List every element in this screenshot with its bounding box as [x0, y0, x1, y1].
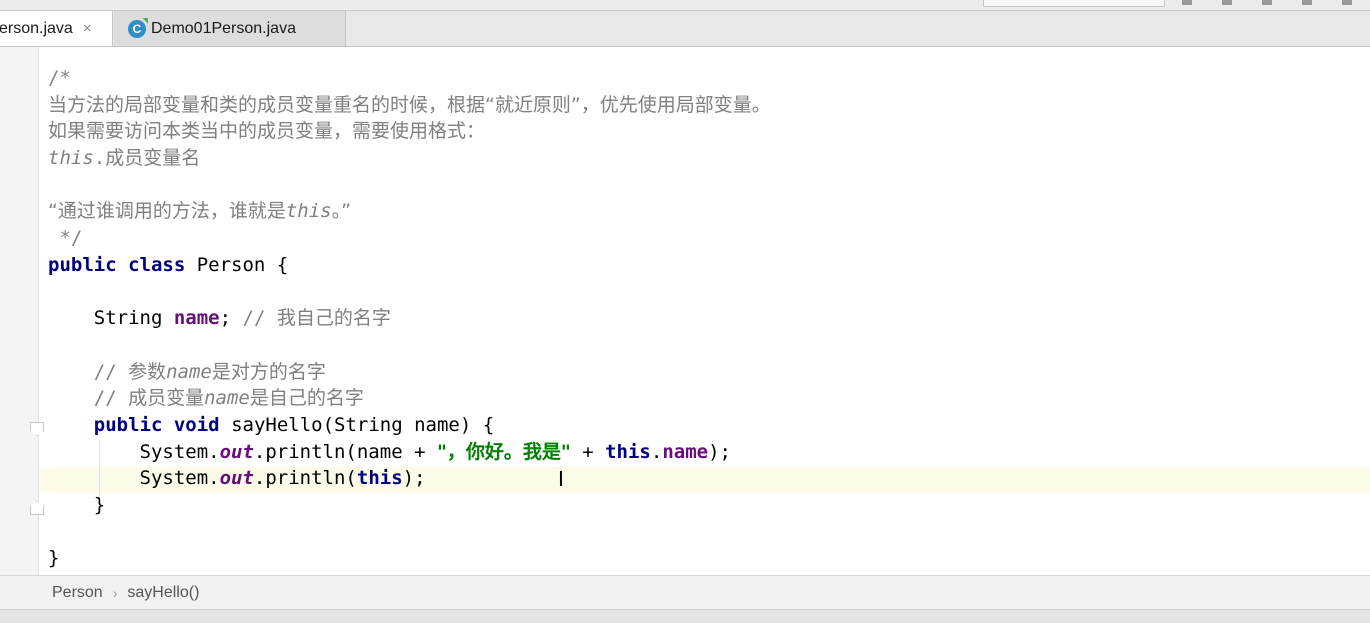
code-token: System.: [48, 440, 220, 463]
toolbar-structure-icon[interactable]: [1342, 0, 1352, 5]
code-line[interactable]: [48, 172, 771, 199]
code-token: Person {: [185, 253, 289, 276]
breadcrumb: Person › sayHello(): [0, 575, 1370, 610]
code-line[interactable]: public class Person {: [48, 252, 771, 279]
code-token: +: [570, 440, 606, 463]
code-line[interactable]: */: [48, 225, 771, 252]
code-token: 是自己的名字: [249, 387, 364, 410]
code-token: }: [48, 547, 60, 570]
code-line[interactable]: [48, 332, 771, 359]
code-token: sayHello(String name) {: [219, 413, 495, 436]
code-token: 参数: [128, 360, 167, 383]
code-token: */: [48, 227, 83, 250]
code-line[interactable]: this.成员变量名: [48, 145, 771, 172]
code-token: //: [242, 307, 277, 330]
toolbar-stop-icon[interactable]: [1302, 0, 1312, 5]
tab-demo01person-java[interactable]: C Demo01Person.java ×: [114, 11, 346, 46]
toolbar-coverage-icon[interactable]: [1262, 0, 1272, 5]
code-token: this: [48, 147, 94, 170]
code-token: .println(: [253, 467, 357, 490]
code-token: public: [48, 253, 117, 276]
code-line[interactable]: 当方法的局部变量和类的成员变量重名的时候，根据“就近原则”，优先使用局部变量。: [48, 92, 771, 119]
code-line[interactable]: // 参数name是对方的名字: [48, 359, 771, 386]
tab-label: erson.java: [0, 19, 73, 37]
tab-label: Demo01Person.java: [151, 19, 296, 37]
code-token: String: [48, 307, 174, 330]
code-token: /*: [48, 67, 71, 89]
code-line[interactable]: [48, 519, 771, 546]
editor-tab-bar: erson.java × C Demo01Person.java ×: [0, 11, 1370, 47]
code-token: name: [166, 360, 212, 383]
code-token: 成员变量: [128, 387, 205, 410]
code-token: 成员变量名: [105, 147, 201, 170]
code-line[interactable]: “通过谁调用的方法，谁就是this。”: [48, 198, 771, 225]
code-token: 是对方的名字: [211, 360, 326, 383]
java-class-icon: C: [128, 19, 146, 38]
code-token: ;: [219, 307, 243, 330]
code-token: out: [219, 440, 254, 463]
code-token: }: [48, 494, 106, 516]
code-token: 如果需要访问本类当中的成员变量，需要使用格式：: [48, 120, 486, 143]
code-line[interactable]: }: [48, 492, 771, 519]
tab-person-java[interactable]: erson.java ×: [0, 11, 113, 46]
code-token: this: [285, 200, 332, 223]
code-token: class: [128, 253, 186, 276]
editor-gutter[interactable]: [0, 47, 39, 575]
code-token: “通过谁调用的方法，谁就是: [48, 200, 286, 223]
code-editor[interactable]: /* 当方法的局部变量和类的成员变量重名的时候，根据“就近原则”，优先使用局部变量…: [0, 47, 1370, 575]
code-line[interactable]: [48, 279, 771, 306]
code-line[interactable]: }: [48, 545, 771, 572]
toolbar-search-field[interactable]: [983, 0, 1165, 7]
code-token: out: [219, 467, 254, 490]
code-line[interactable]: /*: [48, 65, 771, 92]
code-token: //: [48, 360, 129, 383]
code-line[interactable]: public void sayHello(String name) {: [48, 412, 771, 439]
code-token: );: [402, 467, 426, 490]
chevron-right-icon: ›: [112, 585, 118, 601]
code-text[interactable]: /* 当方法的局部变量和类的成员变量重名的时候，根据“就近原则”，优先使用局部变量…: [48, 65, 771, 572]
code-token: void: [173, 413, 220, 436]
top-toolbar: [0, 0, 1370, 11]
code-token: //: [48, 387, 129, 410]
code-line[interactable]: 如果需要访问本类当中的成员变量，需要使用格式：: [48, 118, 771, 145]
code-line[interactable]: String name; // 我自己的名字: [48, 305, 771, 332]
breadcrumb-method[interactable]: sayHello(): [127, 584, 199, 602]
code-token: public: [93, 413, 163, 436]
code-token: name: [662, 440, 709, 463]
close-icon[interactable]: ×: [83, 20, 92, 37]
code-token: .: [650, 440, 663, 463]
code-line[interactable]: System.out.println(this);: [48, 465, 771, 492]
code-line[interactable]: System.out.println(name + "，你好。我是" + thi…: [48, 439, 771, 466]
code-token: .: [93, 147, 106, 170]
code-token: .println(name +: [253, 440, 437, 463]
code-token: 。”: [331, 200, 351, 223]
code-line[interactable]: // 成员变量name是自己的名字: [48, 385, 771, 412]
code-token: this: [356, 467, 403, 490]
text-cursor-icon: I: [558, 467, 564, 491]
code-token: "，你好。我是": [436, 440, 571, 463]
code-token: name: [173, 307, 220, 330]
status-bar: [0, 609, 1370, 623]
toolbar-debug-icon[interactable]: [1222, 0, 1232, 5]
code-token: );: [708, 440, 731, 463]
code-token: this: [605, 440, 651, 463]
code-token: System.: [48, 467, 220, 490]
breadcrumb-class[interactable]: Person: [52, 584, 103, 602]
code-token: name: [204, 387, 250, 410]
code-token: 当方法的局部变量和类的成员变量重名的时候，根据“就近原则”，优先使用局部变量。: [48, 93, 771, 116]
toolbar-run-icon[interactable]: [1182, 0, 1192, 5]
code-token: 我自己的名字: [276, 307, 391, 330]
